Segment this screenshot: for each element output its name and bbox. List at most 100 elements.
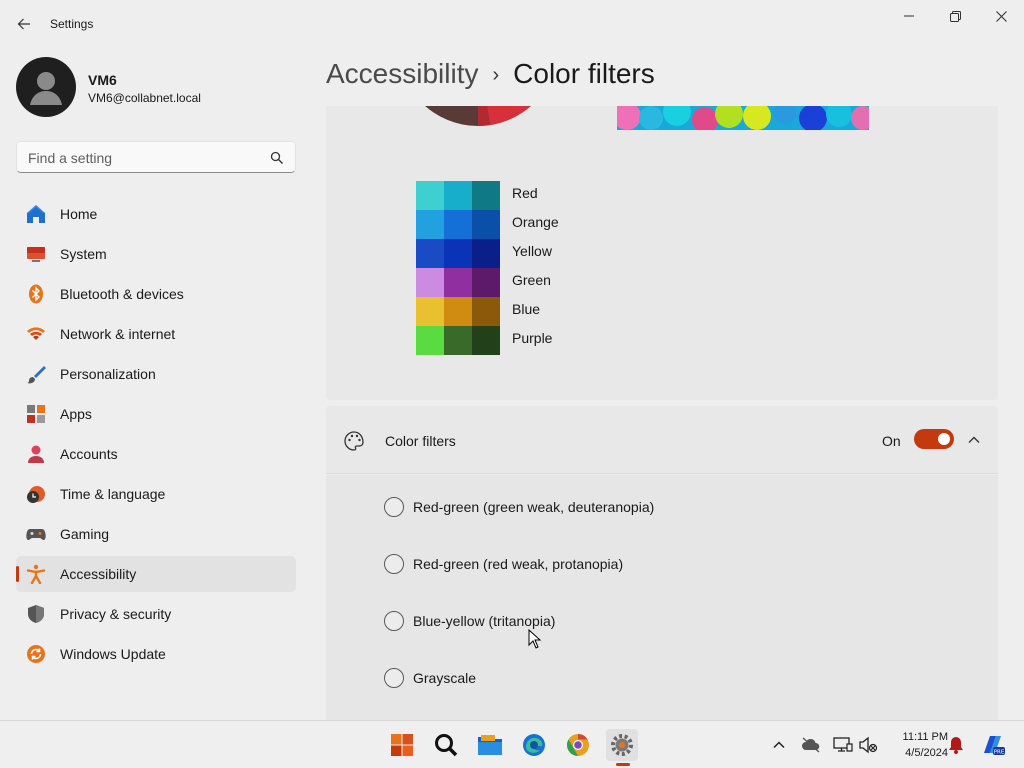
swatch-row (416, 181, 500, 210)
sidebar-item-gaming[interactable]: Gaming (16, 516, 296, 552)
option-grayscale[interactable]: Grayscale (384, 667, 476, 689)
swatch (444, 210, 472, 239)
chevron-up-icon[interactable] (966, 432, 982, 448)
onedrive-tray-button[interactable] (801, 735, 821, 755)
sidebar-item-system[interactable]: System (16, 236, 296, 272)
taskbar-clock[interactable]: 11:11 PM 4/5/2024 (884, 729, 948, 761)
search-icon (435, 734, 458, 757)
sidebar-item-network[interactable]: Network & internet (16, 316, 296, 352)
option-protanopia[interactable]: Red-green (red weak, protanopia) (384, 553, 623, 575)
svg-text:PRE: PRE (994, 750, 1005, 756)
swatch-row (416, 268, 500, 297)
start-icon (391, 734, 413, 756)
chrome-browser-button[interactable] (562, 729, 594, 761)
speaker-muted-icon (859, 736, 878, 754)
color-filters-toggle[interactable] (914, 429, 954, 449)
sidebar-item-privacy[interactable]: Privacy & security (16, 596, 296, 632)
clock-time: 11:11 PM (902, 731, 948, 743)
sidebar-item-accounts[interactable]: Accounts (16, 436, 296, 472)
color-filters-setting[interactable]: Color filters On (326, 406, 998, 474)
system-icon (27, 247, 45, 262)
swatch-label-blue: Blue (512, 301, 541, 317)
sidebar-item-label: Windows Update (60, 646, 166, 662)
search-input[interactable]: Find a setting (16, 141, 296, 173)
sidebar-item-windows-update[interactable]: Windows Update (16, 636, 296, 672)
sidebar-item-home[interactable]: Home (16, 196, 296, 232)
radio-button[interactable] (384, 611, 404, 631)
color-filter-preview: Red Orange Yellow Green Blue Purple (326, 106, 998, 400)
user-profile[interactable]: VM6 VM6@collabnet.local (16, 57, 306, 117)
swatch (416, 210, 444, 239)
sidebar-item-time-language[interactable]: Time & language (16, 476, 296, 512)
option-label: Red-green (green weak, deuteranopia) (413, 499, 655, 515)
swatch (472, 326, 500, 355)
back-button[interactable] (10, 10, 38, 38)
cloud-offline-icon (802, 737, 820, 753)
swatch-label-orange: Orange (512, 214, 559, 230)
swatch (444, 181, 472, 210)
breadcrumb-parent[interactable]: Accessibility (326, 58, 478, 89)
minimize-button[interactable] (886, 4, 932, 28)
chrome-icon (567, 734, 589, 756)
copilot-button[interactable]: PRE (980, 735, 1006, 756)
settings-icon (611, 734, 633, 756)
file-explorer-icon (478, 735, 502, 755)
sidebar-item-label: Personalization (60, 366, 156, 382)
sidebar-item-accessibility[interactable]: Accessibility (16, 556, 296, 592)
option-label: Blue-yellow (tritanopia) (413, 613, 556, 629)
swatch (416, 181, 444, 210)
taskbar: 11:11 PM 4/5/2024 PRE (0, 720, 1024, 768)
sidebar-item-label: Accounts (60, 446, 118, 462)
gamepad-icon (26, 529, 46, 540)
swatch (472, 239, 500, 268)
swatch-row (416, 326, 500, 355)
swatch (416, 239, 444, 268)
start-button[interactable] (386, 729, 418, 761)
clock-globe-icon (27, 486, 45, 503)
radio-button[interactable] (384, 497, 404, 517)
sidebar-item-bluetooth[interactable]: Bluetooth & devices (16, 276, 296, 312)
swatch-label-purple: Purple (512, 330, 553, 346)
network-tray-button[interactable] (833, 735, 853, 755)
copilot-icon: PRE (984, 736, 1005, 756)
sidebar-item-label: System (60, 246, 107, 262)
close-icon (995, 10, 1007, 22)
chevron-up-icon (773, 741, 785, 749)
show-hidden-icons-button[interactable] (769, 735, 789, 755)
palette-icon (344, 431, 364, 451)
avatar (16, 57, 76, 117)
notifications-button[interactable] (946, 735, 966, 755)
shield-icon (28, 605, 44, 623)
sidebar-item-personalization[interactable]: Personalization (16, 356, 296, 392)
restore-button[interactable] (932, 4, 978, 28)
edge-browser-button[interactable] (518, 729, 550, 761)
volume-tray-button[interactable] (858, 735, 878, 755)
swatch (444, 297, 472, 326)
page-title: Color filters (513, 58, 655, 89)
color-filter-options: Red-green (green weak, deuteranopia) Red… (326, 475, 998, 720)
clock-date: 4/5/2024 (905, 747, 948, 759)
option-deuteranopia[interactable]: Red-green (green weak, deuteranopia) (384, 496, 654, 518)
profile-name: VM6 (88, 72, 117, 88)
search-icon (270, 151, 283, 164)
radio-button[interactable] (384, 668, 404, 688)
sidebar-item-apps[interactable]: Apps (16, 396, 296, 432)
radio-button[interactable] (384, 554, 404, 574)
swatch (472, 297, 500, 326)
settings-app-button[interactable] (606, 729, 638, 761)
title-bar: Settings (0, 0, 1024, 48)
accessibility-icon (26, 564, 46, 584)
swatch-row (416, 210, 500, 239)
swatch (472, 268, 500, 297)
minimize-icon (904, 15, 914, 17)
active-app-indicator (616, 763, 630, 766)
swatch-label-yellow: Yellow (512, 243, 552, 259)
close-button[interactable] (978, 4, 1024, 28)
network-monitor-icon (833, 737, 853, 752)
file-explorer-button[interactable] (474, 729, 506, 761)
color-swatch-grid (416, 181, 500, 355)
taskbar-search-button[interactable] (430, 729, 462, 761)
swatch (444, 239, 472, 268)
accounts-icon (28, 445, 44, 463)
swatch (444, 326, 472, 355)
